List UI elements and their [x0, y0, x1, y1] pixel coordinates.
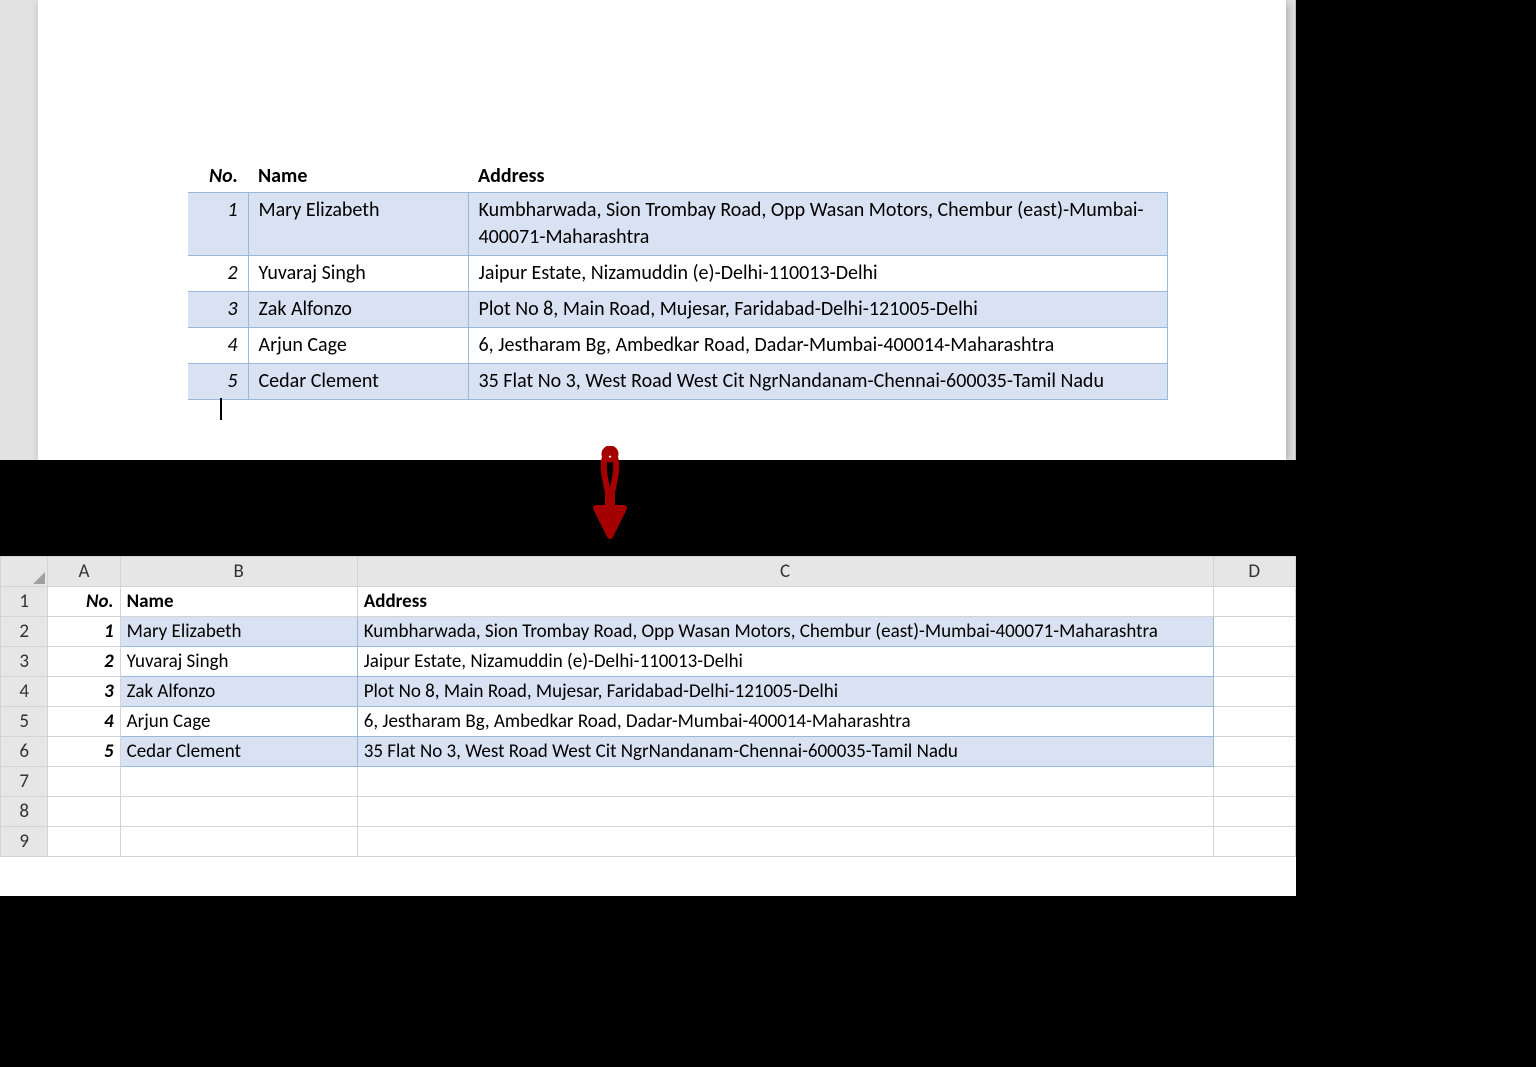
table-row: 4 Arjun Cage 6, Jestharam Bg, Ambedkar R… [188, 328, 1168, 364]
cell[interactable]: 5 [48, 737, 120, 767]
cell[interactable]: Yuvaraj Singh [120, 647, 357, 677]
cell[interactable]: Jaipur Estate, Nizamuddin (e)-Delhi-1100… [357, 647, 1213, 677]
cell[interactable] [120, 797, 357, 827]
cell[interactable]: 35 Flat No 3, West Road West Cit NgrNand… [357, 737, 1213, 767]
cell[interactable] [1213, 737, 1296, 767]
cell[interactable] [1213, 827, 1296, 857]
cell[interactable] [1213, 647, 1296, 677]
cell[interactable]: 4 [48, 707, 120, 737]
column-header-row[interactable]: A B C D [1, 557, 1296, 587]
row-header[interactable]: 3 [1, 647, 48, 677]
doc-cell-name: Yuvaraj Singh [248, 256, 468, 292]
table-row[interactable]: 4 3 Zak Alfonzo Plot No 8, Main Road, Mu… [1, 677, 1296, 707]
cell[interactable] [1213, 707, 1296, 737]
row-header[interactable]: 9 [1, 827, 48, 857]
table-row: 2 Yuvaraj Singh Jaipur Estate, Nizamuddi… [188, 256, 1168, 292]
cell[interactable] [48, 767, 120, 797]
cell[interactable] [357, 767, 1213, 797]
document-page: No. Name Address 1 Mary Elizabeth Kumbha… [38, 0, 1286, 460]
cell[interactable]: Name [120, 587, 357, 617]
doc-header-address: Address [468, 160, 1168, 193]
table-row[interactable]: 5 4 Arjun Cage 6, Jestharam Bg, Ambedkar… [1, 707, 1296, 737]
table-row[interactable]: 8 [1, 797, 1296, 827]
doc-cell-name: Mary Elizabeth [248, 193, 468, 256]
doc-cell-name: Zak Alfonzo [248, 292, 468, 328]
row-header[interactable]: 6 [1, 737, 48, 767]
cell[interactable] [120, 827, 357, 857]
cell[interactable]: 1 [48, 617, 120, 647]
cell[interactable]: 6, Jestharam Bg, Ambedkar Road, Dadar-Mu… [357, 707, 1213, 737]
cell[interactable]: No. [48, 587, 120, 617]
table-row[interactable]: 9 [1, 827, 1296, 857]
cell[interactable] [357, 797, 1213, 827]
cell[interactable] [48, 797, 120, 827]
doc-cell-address: Kumbharwada, Sion Trombay Road, Opp Wasa… [468, 193, 1168, 256]
column-header-d[interactable]: D [1213, 557, 1296, 587]
doc-header-no: No. [188, 160, 248, 193]
doc-cell-name: Arjun Cage [248, 328, 468, 364]
doc-cell-address: 6, Jestharam Bg, Ambedkar Road, Dadar-Mu… [468, 328, 1168, 364]
column-header-b[interactable]: B [120, 557, 357, 587]
cell[interactable]: Mary Elizabeth [120, 617, 357, 647]
column-header-c[interactable]: C [357, 557, 1213, 587]
table-row[interactable]: 2 1 Mary Elizabeth Kumbharwada, Sion Tro… [1, 617, 1296, 647]
doc-cell-no: 4 [188, 328, 248, 364]
spreadsheet-panel: A B C D 1 No. Name Address 2 1 Mary Eliz… [0, 556, 1296, 896]
cell[interactable] [120, 767, 357, 797]
doc-cell-no: 2 [188, 256, 248, 292]
cell[interactable]: Zak Alfonzo [120, 677, 357, 707]
row-header[interactable]: 4 [1, 677, 48, 707]
table-row[interactable]: 1 No. Name Address [1, 587, 1296, 617]
column-header-a[interactable]: A [48, 557, 120, 587]
table-row: 3 Zak Alfonzo Plot No 8, Main Road, Muje… [188, 292, 1168, 328]
select-all-corner[interactable] [1, 557, 48, 587]
doc-cell-address: Jaipur Estate, Nizamuddin (e)-Delhi-1100… [468, 256, 1168, 292]
cell[interactable]: Kumbharwada, Sion Trombay Road, Opp Wasa… [357, 617, 1213, 647]
cell[interactable] [1213, 797, 1296, 827]
cell[interactable] [1213, 677, 1296, 707]
text-cursor [220, 398, 222, 420]
table-row[interactable]: 7 [1, 767, 1296, 797]
table-row[interactable]: 6 5 Cedar Clement 35 Flat No 3, West Roa… [1, 737, 1296, 767]
cell[interactable]: 3 [48, 677, 120, 707]
down-arrow-icon [590, 446, 630, 542]
row-header[interactable]: 8 [1, 797, 48, 827]
cell[interactable] [357, 827, 1213, 857]
row-header[interactable]: 5 [1, 707, 48, 737]
document-table: No. Name Address 1 Mary Elizabeth Kumbha… [188, 160, 1168, 400]
cell[interactable]: Cedar Clement [120, 737, 357, 767]
doc-cell-address: 35 Flat No 3, West Road West Cit NgrNand… [468, 364, 1168, 400]
doc-header-name: Name [248, 160, 468, 193]
doc-cell-address: Plot No 8, Main Road, Mujesar, Faridabad… [468, 292, 1168, 328]
row-header[interactable]: 2 [1, 617, 48, 647]
doc-cell-name: Cedar Clement [248, 364, 468, 400]
row-header[interactable]: 7 [1, 767, 48, 797]
cell[interactable] [1213, 617, 1296, 647]
table-row[interactable]: 3 2 Yuvaraj Singh Jaipur Estate, Nizamud… [1, 647, 1296, 677]
doc-cell-no: 5 [188, 364, 248, 400]
cell[interactable] [48, 827, 120, 857]
cell[interactable]: 2 [48, 647, 120, 677]
cell[interactable] [1213, 587, 1296, 617]
doc-cell-no: 3 [188, 292, 248, 328]
cell[interactable]: Arjun Cage [120, 707, 357, 737]
table-row: 5 Cedar Clement 35 Flat No 3, West Road … [188, 364, 1168, 400]
spreadsheet-grid[interactable]: A B C D 1 No. Name Address 2 1 Mary Eliz… [0, 556, 1296, 857]
row-header[interactable]: 1 [1, 587, 48, 617]
doc-cell-no: 1 [188, 193, 248, 256]
document-panel: No. Name Address 1 Mary Elizabeth Kumbha… [0, 0, 1296, 460]
cell[interactable]: Plot No 8, Main Road, Mujesar, Faridabad… [357, 677, 1213, 707]
table-row: 1 Mary Elizabeth Kumbharwada, Sion Tromb… [188, 193, 1168, 256]
cell[interactable]: Address [357, 587, 1213, 617]
cell[interactable] [1213, 767, 1296, 797]
